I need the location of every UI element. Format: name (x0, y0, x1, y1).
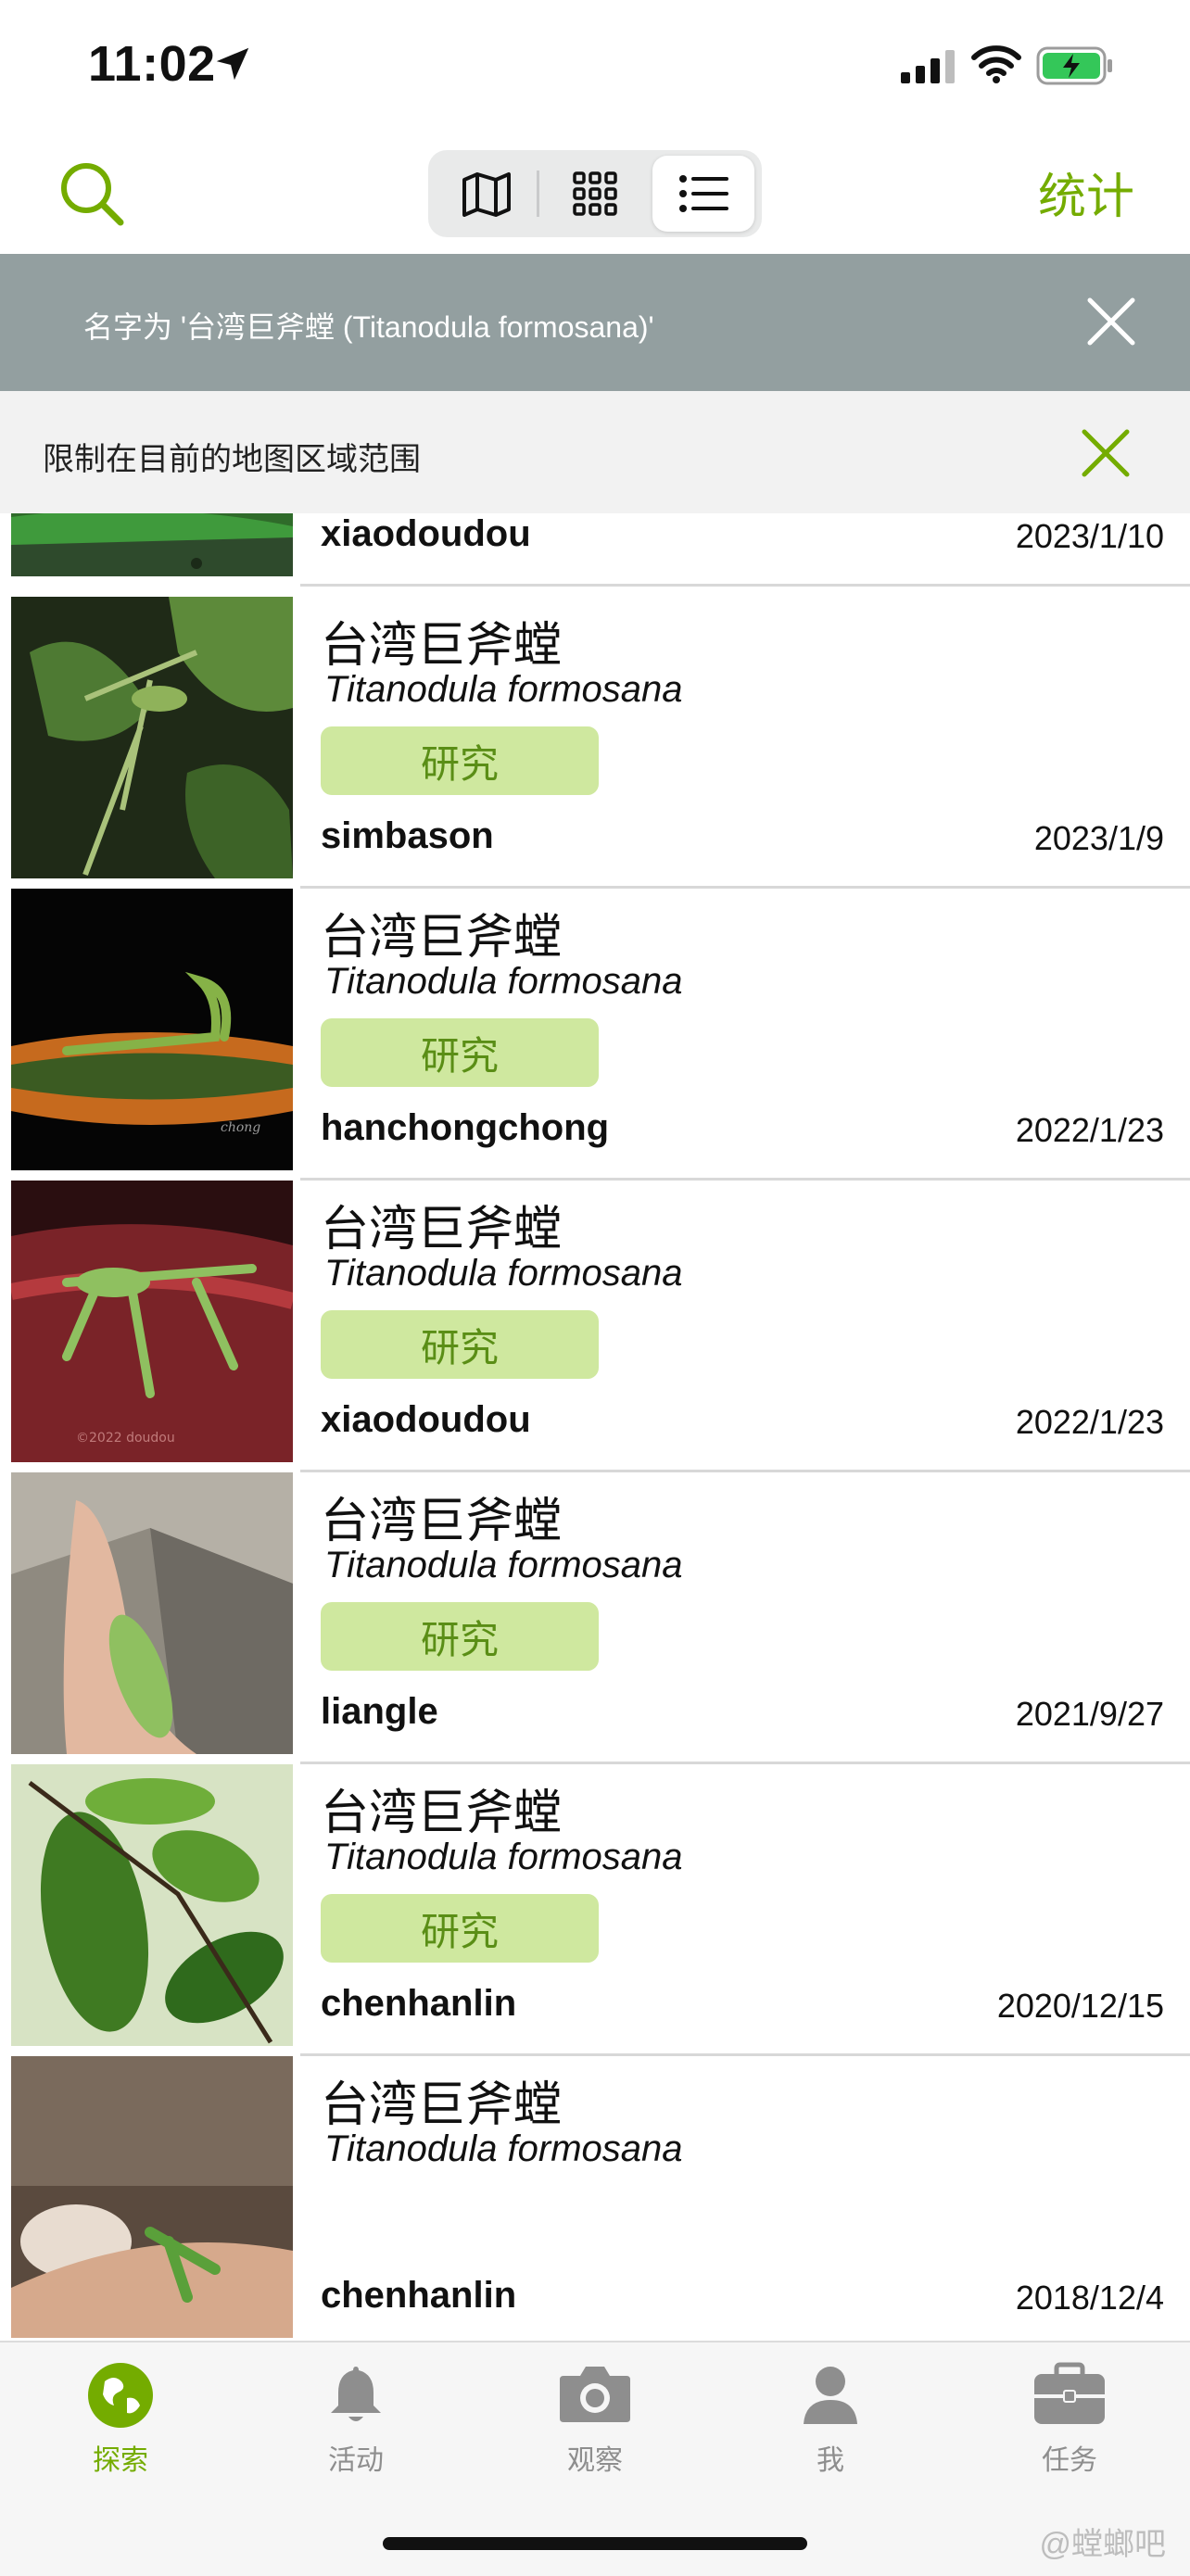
observer-name: xiaodoudou (321, 513, 531, 554)
observation-row[interactable]: 台湾巨斧螳 Titanodula formosana 研究 chenhanlin… (0, 1764, 1190, 2056)
map-icon (462, 172, 511, 217)
search-button[interactable] (56, 158, 130, 232)
scientific-name: Titanodula formosana (324, 961, 683, 1002)
observer-name: xiaodoudou (321, 1399, 531, 1440)
scientific-name: Titanodula formosana (324, 1545, 683, 1585)
segment-divider (537, 170, 539, 217)
status-time: 11:02 (88, 36, 216, 92)
tab-activity[interactable]: 活动 (282, 2361, 430, 2478)
observation-date: 2021/9/27 (1015, 1695, 1164, 1733)
status-bar: 11:02 (0, 0, 1190, 130)
list-icon (679, 175, 728, 212)
observation-date: 2022/1/23 (1015, 1111, 1164, 1149)
search-icon (61, 163, 124, 226)
row-separator (300, 584, 1190, 587)
clear-filter-button[interactable] (1081, 291, 1142, 352)
tab-observe[interactable]: 观察 (521, 2361, 669, 2478)
observation-photo (11, 1764, 293, 2046)
observation-row[interactable]: 台湾巨斧螳 Titanodula formosana 研究 liangle 20… (0, 1472, 1190, 1764)
cellular-signal-icon (901, 50, 958, 88)
watermark-text: @螳螂吧 (1039, 2527, 1166, 2562)
list-view-button[interactable] (652, 156, 754, 232)
tab-label: 任务 (1042, 2445, 1097, 2476)
bell-icon (331, 2367, 381, 2421)
research-grade-badge: 研究 (321, 1602, 599, 1671)
wifi-icon (971, 44, 1021, 88)
common-name: 台湾巨斧螳 (321, 2078, 563, 2132)
observation-row[interactable]: xiaodoudou 2023/1/10 (0, 513, 1190, 587)
close-icon (1082, 429, 1130, 477)
restriction-text: 限制在目前的地图区域范围 (43, 442, 421, 477)
observation-list[interactable]: xiaodoudou 2023/1/10 台湾巨斧螳 Titanodula fo… (0, 513, 1190, 2341)
clear-restriction-button[interactable] (1079, 426, 1133, 480)
research-grade-badge: 研究 (321, 1310, 599, 1379)
observation-photo (11, 1472, 293, 1754)
person-icon (804, 2367, 857, 2424)
observer-name: simbason (321, 815, 494, 856)
scientific-name: Titanodula formosana (324, 1837, 683, 1877)
map-view-button[interactable] (436, 156, 538, 232)
stats-button[interactable]: 统计 (1038, 158, 1134, 227)
tab-label: 观察 (567, 2445, 623, 2476)
observation-photo: ©2022 doudou (11, 1181, 293, 1462)
scientific-name: Titanodula formosana (324, 2128, 683, 2169)
name-filter-banner: 名字为 '台湾巨斧螳 (Titanodula formosana)' (0, 254, 1190, 391)
observation-row[interactable]: chong 台湾巨斧螳 Titanodula formosana 研究 hanc… (0, 889, 1190, 1181)
observation-photo (11, 513, 293, 576)
view-mode-segmented-control (428, 150, 762, 237)
top-navigation: 统计 (0, 130, 1190, 254)
scientific-name: Titanodula formosana (324, 1253, 683, 1294)
observation-row[interactable]: 台湾巨斧螳 Titanodula formosana 研究 simbason 2… (0, 597, 1190, 889)
map-area-restriction-row: 限制在目前的地图区域范围 (0, 391, 1190, 513)
tab-missions[interactable]: 任务 (995, 2361, 1144, 2478)
globe-icon (88, 2363, 153, 2428)
observation-date: 2020/12/15 (996, 1987, 1164, 2025)
observation-date: 2023/1/9 (1033, 819, 1164, 857)
observation-date: 2023/1/10 (1015, 517, 1164, 555)
observation-date: 2022/1/23 (1015, 1403, 1164, 1441)
close-icon (1087, 297, 1135, 346)
observer-name: liangle (321, 1691, 438, 1732)
location-arrow-icon (211, 43, 254, 90)
home-indicator (383, 2537, 807, 2550)
tab-me[interactable]: 我 (756, 2361, 905, 2478)
observation-photo (11, 597, 293, 878)
grid-view-button[interactable] (544, 156, 646, 232)
tab-label: 我 (817, 2445, 844, 2476)
tab-explore[interactable]: 探索 (46, 2361, 195, 2478)
tab-label: 探索 (93, 2445, 148, 2476)
common-name: 台湾巨斧螳 (321, 619, 563, 673)
research-grade-badge: 研究 (321, 726, 599, 795)
observation-photo (11, 2056, 293, 2338)
scientific-name: Titanodula formosana (324, 669, 683, 710)
battery-charging-icon (1036, 44, 1114, 92)
filter-text: 名字为 '台湾巨斧螳 (Titanodula formosana)' (83, 310, 654, 344)
common-name: 台湾巨斧螳 (321, 1203, 563, 1256)
research-grade-badge: 研究 (321, 1018, 599, 1087)
common-name: 台湾巨斧螳 (321, 1787, 563, 1840)
observer-name: chenhanlin (321, 1983, 517, 2024)
tab-label: 活动 (328, 2445, 384, 2476)
observation-photo: chong (11, 889, 293, 1170)
observer-name: hanchongchong (321, 1107, 610, 1148)
observation-row[interactable]: 台湾巨斧螳 Titanodula formosana chenhanlin 20… (0, 2056, 1190, 2341)
photo-watermark: chong (221, 1120, 260, 1135)
common-name: 台湾巨斧螳 (321, 1495, 563, 1548)
observation-row[interactable]: ©2022 doudou 台湾巨斧螳 Titanodula formosana … (0, 1181, 1190, 1472)
observer-name: chenhanlin (321, 2275, 517, 2316)
briefcase-icon (1034, 2362, 1105, 2424)
observation-date: 2018/12/4 (1015, 2279, 1164, 2317)
photo-watermark: ©2022 doudou (76, 1431, 175, 1446)
common-name: 台湾巨斧螳 (321, 911, 563, 965)
grid-icon (573, 171, 617, 216)
camera-icon (560, 2367, 630, 2422)
research-grade-badge: 研究 (321, 1894, 599, 1963)
